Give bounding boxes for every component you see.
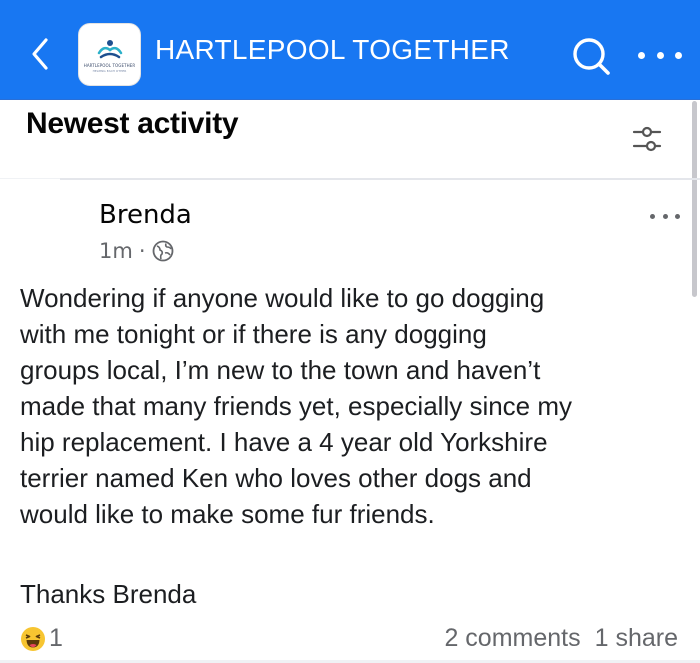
- post-text-line: would like to make some fur friends.: [20, 499, 435, 529]
- more-icon-dot: [656, 51, 664, 59]
- filter-button[interactable]: [630, 123, 664, 155]
- section-divider: [60, 178, 700, 180]
- logo-text: HARTLEPOOL TOGETHER: [83, 62, 136, 68]
- logo-subtext: HELPING EACH OTHER: [92, 68, 127, 73]
- more-options-button[interactable]: [638, 45, 682, 65]
- shares-link[interactable]: 1 share: [595, 624, 678, 653]
- post-author[interactable]: Brenda: [99, 200, 192, 230]
- post-text-line: terrier named Ken who loves other dogs a…: [20, 463, 532, 493]
- globe-icon: [152, 240, 173, 262]
- meta-separator: ·: [138, 239, 146, 263]
- divider-left: [0, 178, 60, 179]
- comments-link[interactable]: 2 comments: [444, 624, 580, 653]
- post-text-line: groups local, I’m new to the town and ha…: [20, 355, 541, 385]
- group-logo[interactable]: HARTLEPOOL TOGETHER HELPING EACH OTHER: [78, 23, 141, 86]
- post-signoff: Thanks Brenda: [20, 579, 197, 609]
- more-icon: [638, 51, 645, 59]
- group-name[interactable]: HARTLEPOOL TOGETHER: [155, 34, 510, 66]
- reaction-summary[interactable]: 1: [20, 624, 63, 653]
- more-icon-dot: [662, 213, 668, 219]
- post-text-line: with me tonight or if there is any doggi…: [20, 319, 487, 349]
- chevron-left-icon: [32, 38, 48, 70]
- search-button[interactable]: [570, 35, 612, 77]
- haha-emoji-icon: [21, 626, 45, 651]
- more-icon: [650, 213, 655, 219]
- back-button[interactable]: [22, 32, 58, 76]
- post-text-line: Wondering if anyone would like to go dog…: [20, 283, 545, 313]
- post-meta: 1m ·: [99, 239, 174, 263]
- helping-hands-icon: [97, 39, 122, 58]
- post-stats: 2 comments 1 share: [444, 624, 678, 653]
- post-time[interactable]: 1m: [99, 239, 133, 263]
- reaction-count: 1: [49, 624, 63, 652]
- post-body: Wondering if anyone would like to go dog…: [20, 280, 685, 532]
- group-header-bar: HARTLEPOOL TOGETHER HELPING EACH OTHER H…: [0, 0, 700, 100]
- post-text-line: made that many friends yet, especially s…: [20, 391, 573, 421]
- post-options-button[interactable]: [650, 212, 680, 220]
- search-icon: [573, 38, 610, 75]
- more-icon-dot: [675, 51, 682, 59]
- more-icon-dot: [675, 213, 680, 219]
- post-text-line: hip replacement. I have a 4 year old Yor…: [20, 427, 548, 457]
- scrollbar[interactable]: [692, 101, 697, 297]
- sliders-icon: [632, 126, 662, 152]
- section-title: Newest activity: [26, 107, 239, 140]
